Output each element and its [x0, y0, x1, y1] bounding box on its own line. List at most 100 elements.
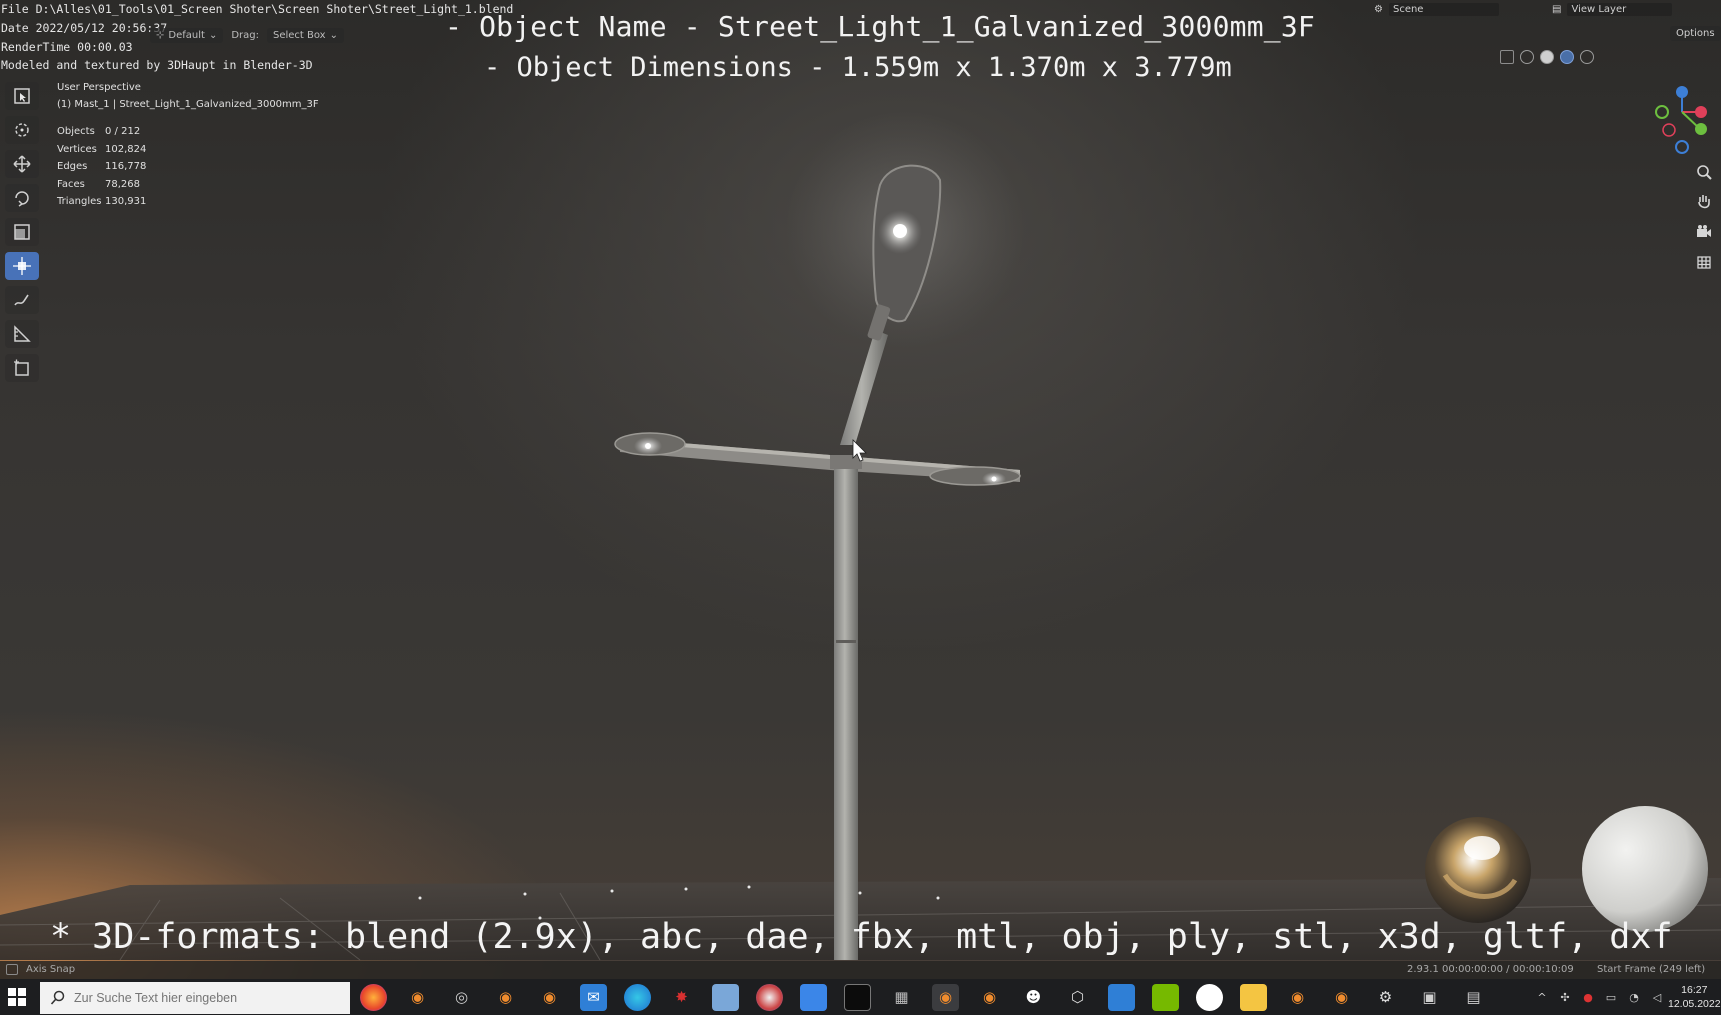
- select-box-tool[interactable]: [5, 82, 39, 110]
- chevron-up-icon[interactable]: ^: [1535, 990, 1549, 1004]
- chevron-down-icon: ⌄: [329, 29, 338, 41]
- stat-row: Triangles 130,931: [57, 196, 147, 208]
- settings-icon[interactable]: ⚙: [1372, 984, 1399, 1011]
- y-axis-handle[interactable]: [1695, 123, 1707, 135]
- stat-row: Edges 116,778: [57, 161, 147, 173]
- move-arrows-icon: [13, 155, 31, 173]
- shield-icon[interactable]: ●: [1581, 990, 1595, 1004]
- camera-icon[interactable]: [1694, 222, 1714, 241]
- formats-overlay: * 3D-formats: blend (2.9x), abc, dae, fb…: [50, 917, 1673, 957]
- x-axis-handle[interactable]: [1695, 106, 1707, 118]
- cursor-target-icon: [15, 123, 29, 137]
- orientation-icon: ⊹: [156, 29, 165, 41]
- scale-tool[interactable]: [5, 218, 39, 246]
- calendar-icon[interactable]: [1108, 983, 1135, 1011]
- edge-icon[interactable]: [624, 983, 651, 1011]
- blender-icon[interactable]: ◉: [1328, 984, 1355, 1011]
- axis-snap-hint: Axis Snap: [26, 964, 76, 975]
- material-shading-icon[interactable]: [1560, 50, 1574, 64]
- notes-icon[interactable]: [712, 983, 739, 1011]
- measure-tool[interactable]: [5, 320, 39, 348]
- battery-icon[interactable]: ▭: [1604, 990, 1618, 1004]
- drag-select-dropdown[interactable]: Select Box ⌄: [266, 27, 344, 43]
- tool-shelf: [5, 82, 40, 382]
- taskbar-clock[interactable]: 16:27 12.05.2022: [1668, 983, 1721, 1011]
- taskbar-apps: ◉ ◎ ◉ ◉ ✉ ✸ ▦ ◉ ◉ ☻ ⬡ ◉ ◉ ⚙ ▣ ▤: [360, 979, 1487, 1015]
- store-icon[interactable]: [800, 983, 827, 1011]
- rotate-tool[interactable]: [5, 184, 39, 212]
- credit-overlay: Modeled and textured by 3DHaupt in Blend…: [1, 58, 313, 72]
- search-input[interactable]: [74, 991, 334, 1005]
- pencil-icon: [14, 294, 29, 306]
- paint-icon[interactable]: [756, 983, 783, 1011]
- add-cube-tool[interactable]: [5, 354, 39, 382]
- status-bar: Axis Snap 2.93.1 00:00:00:00 / 00:00:10:…: [0, 961, 1721, 979]
- blender-icon[interactable]: ◉: [976, 984, 1003, 1011]
- panda-icon[interactable]: ☻: [1020, 984, 1047, 1011]
- nvidia-icon[interactable]: [1152, 983, 1179, 1011]
- view-layer-field[interactable]: View Layer: [1567, 2, 1673, 16]
- z-axis-handle[interactable]: [1676, 86, 1688, 98]
- blender-icon[interactable]: ◉: [1284, 984, 1311, 1011]
- mail-icon[interactable]: ✉: [580, 983, 607, 1011]
- firefox-icon[interactable]: [360, 983, 387, 1011]
- blender-icon[interactable]: ◉: [536, 984, 563, 1011]
- perspective-label: User Perspective: [57, 82, 141, 93]
- network-icon[interactable]: ▣: [1416, 984, 1443, 1011]
- add-cube-icon: [14, 359, 29, 376]
- navigation-gizmo[interactable]: [1645, 82, 1713, 157]
- wireframe-shading-icon[interactable]: [1520, 50, 1534, 64]
- scene-field[interactable]: Scene: [1388, 2, 1499, 16]
- zoom-icon[interactable]: [1694, 162, 1714, 181]
- rendered-shading-icon[interactable]: [1580, 50, 1594, 64]
- cursor-tool[interactable]: [5, 116, 39, 144]
- folder-icon[interactable]: [1240, 983, 1267, 1011]
- object-name-title: - Object Name - Street_Light_1_Galvanize…: [445, 10, 1315, 43]
- blender-icon[interactable]: ◉: [932, 983, 959, 1011]
- blender-icon[interactable]: ◉: [404, 984, 431, 1011]
- orientation-label: Default: [168, 29, 205, 41]
- neg-x-axis-handle[interactable]: [1662, 123, 1676, 137]
- drag-label: Drag:: [231, 29, 259, 41]
- blender-icon[interactable]: ◉: [492, 984, 519, 1011]
- xray-icon[interactable]: [1500, 50, 1514, 64]
- steam-icon[interactable]: [1196, 983, 1223, 1011]
- neg-y-axis-handle[interactable]: [1655, 105, 1669, 119]
- start-frame-info: Start Frame (249 left): [1597, 964, 1706, 975]
- windows-start-icon[interactable]: [6, 986, 28, 1008]
- 3d-viewport[interactable]: File D:\Alles\01_Tools\01_Screen Shoter\…: [0, 0, 1721, 1015]
- options-button[interactable]: Options: [1670, 26, 1721, 41]
- neg-z-axis-handle[interactable]: [1675, 140, 1689, 154]
- search-icon: [50, 990, 65, 1005]
- network-tray-icon[interactable]: ✣: [1558, 990, 1572, 1004]
- mouse-icon: [6, 964, 18, 975]
- red-app-icon[interactable]: ✸: [668, 984, 695, 1011]
- volume-icon[interactable]: ◁: [1650, 990, 1664, 1004]
- transform-icon: [13, 257, 31, 275]
- transform-orientation-dropdown[interactable]: ⊹ Default ⌄: [150, 27, 224, 43]
- annotate-tool[interactable]: [5, 286, 39, 314]
- clock-date: 12.05.2022: [1668, 998, 1721, 1010]
- viewport-info: User Perspective (1) Mast_1 | Street_Lig…: [57, 79, 319, 113]
- gpu-icon[interactable]: ▦: [888, 984, 915, 1011]
- transform-tool[interactable]: [5, 252, 39, 280]
- rotate-icon: [15, 191, 29, 207]
- version-info: 2.93.1 00:00:00:00 / 00:00:10:09: [1407, 964, 1574, 975]
- solid-shading-icon[interactable]: [1540, 50, 1554, 64]
- stat-row: Vertices 102,824: [57, 143, 147, 155]
- obs-icon[interactable]: ◎: [448, 984, 475, 1011]
- view-layer-selector[interactable]: ▤ View Layer: [1552, 0, 1673, 18]
- view-layer-icon: ▤: [1552, 3, 1562, 15]
- wifi-icon[interactable]: ◔: [1627, 990, 1641, 1004]
- ruler-icon: [14, 325, 31, 342]
- taskbar-search[interactable]: [40, 982, 350, 1014]
- scene-selector[interactable]: ⚙ Scene: [1374, 0, 1499, 18]
- grid-view-icon[interactable]: [1694, 252, 1714, 271]
- move-tool[interactable]: [5, 150, 39, 178]
- cube-icon[interactable]: ⬡: [1064, 984, 1091, 1011]
- terminal-icon[interactable]: [844, 983, 871, 1011]
- scene-icon: ⚙: [1374, 3, 1383, 15]
- pan-hand-icon[interactable]: [1694, 192, 1714, 211]
- file-icon[interactable]: ▤: [1460, 984, 1487, 1011]
- rendertime-overlay: RenderTime 00:00.03: [1, 40, 133, 54]
